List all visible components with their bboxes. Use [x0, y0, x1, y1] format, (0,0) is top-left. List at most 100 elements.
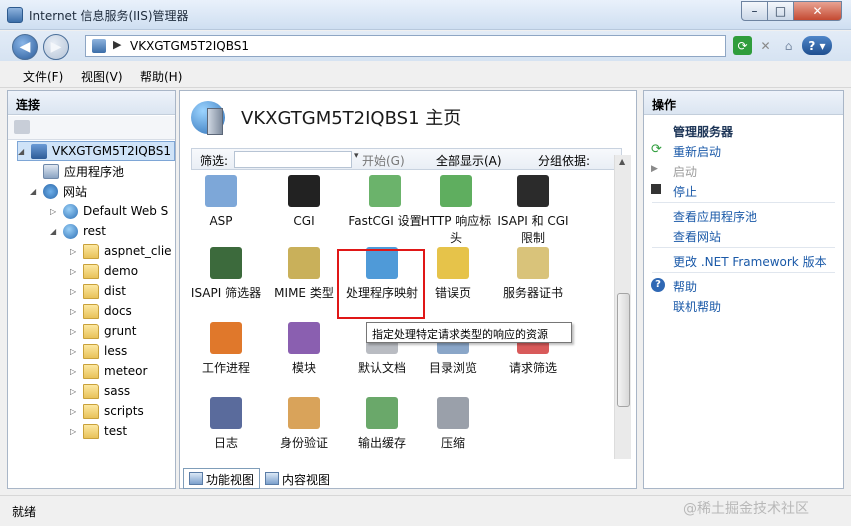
connect-icon[interactable] — [14, 120, 30, 134]
feature-http-headers[interactable]: HTTP 响应标头 — [418, 175, 494, 247]
stop-link[interactable]: 停止 — [673, 183, 697, 200]
feature-output-caching[interactable]: 输出缓存 — [344, 397, 420, 452]
expand-icon[interactable]: ▷ — [70, 387, 80, 396]
feature-logging[interactable]: 日志 — [188, 397, 264, 452]
tree-node-label: meteor — [104, 364, 148, 378]
feature-server-certificates[interactable]: 服务器证书 — [495, 247, 571, 302]
start-icon: ▶ — [651, 164, 658, 174]
feature-isapi-filters[interactable]: ISAPI 筛选器 — [188, 247, 264, 302]
tree-node-folder[interactable]: ▷ test — [70, 421, 127, 441]
tree-node-folder[interactable]: ▷ scripts — [70, 401, 144, 421]
help-link[interactable]: 帮助 — [673, 278, 697, 295]
tree-node-folder[interactable]: ▷ dist — [70, 281, 126, 301]
breadcrumb-server[interactable]: VKXGTGM5T2IQBS1 — [130, 39, 249, 53]
feature-label: 模块 — [291, 361, 316, 375]
tree-node-rest[interactable]: ◢ rest — [50, 221, 106, 241]
expand-icon[interactable]: ◢ — [30, 187, 40, 196]
start-link[interactable]: 启动 — [673, 163, 697, 180]
maximize-button[interactable]: □ — [768, 1, 794, 21]
restart-link[interactable]: 重新启动 — [673, 143, 721, 160]
feature-mime-types[interactable]: MIME 类型 — [266, 247, 342, 302]
feature-label: ISAPI 和 CGI 限制 — [497, 214, 569, 245]
expand-icon[interactable]: ▷ — [70, 247, 80, 256]
forward-button[interactable]: ▶ — [43, 34, 69, 60]
worker-processes-icon — [210, 322, 242, 354]
vertical-scrollbar[interactable]: ▲ — [614, 155, 631, 459]
tree-node-label: grunt — [104, 324, 137, 338]
expand-icon[interactable]: ▷ — [70, 307, 80, 316]
minimize-button[interactable]: – — [741, 1, 768, 21]
group-by-label[interactable]: 分组依据: — [538, 152, 590, 169]
help-dropdown-button[interactable]: ? ▾ — [802, 36, 832, 55]
feature-label: 目录浏览 — [428, 361, 477, 375]
feature-compression[interactable]: 压缩 — [415, 397, 491, 452]
expand-icon[interactable]: ▷ — [70, 327, 80, 336]
menu-view[interactable]: 视图(V) — [81, 68, 123, 85]
feature-asp[interactable]: ASP — [183, 175, 259, 230]
breadcrumb-separator-icon[interactable]: ▶ — [113, 38, 121, 51]
filter-input[interactable] — [234, 151, 352, 168]
tab-label: 功能视图 — [206, 473, 255, 487]
scroll-up-icon[interactable]: ▲ — [619, 157, 625, 166]
expand-icon[interactable]: ▷ — [70, 427, 80, 436]
tree-node-app-pools[interactable]: 应用程序池 — [30, 161, 124, 181]
feature-label: 身份验证 — [279, 436, 328, 450]
feature-label: 输出缓存 — [357, 436, 406, 450]
tree-node-folder[interactable]: ▷ demo — [70, 261, 138, 281]
actions-header: 操作 — [644, 91, 843, 115]
tab-label: 内容视图 — [282, 473, 331, 487]
stop-icon[interactable]: ✕ — [756, 36, 775, 55]
expand-icon[interactable]: ◢ — [50, 227, 60, 236]
expand-icon[interactable]: ◢ — [18, 147, 28, 156]
feature-label: 工作进程 — [201, 361, 250, 375]
expand-icon[interactable]: ▷ — [70, 267, 80, 276]
globe-icon — [63, 203, 78, 219]
menu-help[interactable]: 帮助(H) — [140, 68, 182, 85]
tab-content-view[interactable]: 内容视图 — [259, 468, 336, 489]
divider — [652, 202, 835, 203]
divider — [652, 272, 835, 273]
tree-node-folder[interactable]: ▷ less — [70, 341, 127, 361]
feature-modules[interactable]: 模块 — [266, 322, 342, 377]
address-bar[interactable]: ▶ VKXGTGM5T2IQBS1 — [85, 35, 726, 57]
authentication-icon — [288, 397, 320, 429]
change-framework-link[interactable]: 更改 .NET Framework 版本 — [673, 253, 827, 270]
tree-node-folder[interactable]: ▷ aspnet_clie — [70, 241, 172, 261]
tree-node-sites[interactable]: ◢ 网站 — [30, 181, 87, 201]
scroll-thumb[interactable] — [617, 293, 630, 407]
refresh-icon[interactable]: ⟳ — [733, 36, 752, 55]
tree-node-folder[interactable]: ▷ meteor — [70, 361, 147, 381]
tree-node-folder[interactable]: ▷ grunt — [70, 321, 136, 341]
expand-icon[interactable]: ▷ — [70, 347, 80, 356]
tree-node-folder[interactable]: ▷ sass — [70, 381, 130, 401]
close-button[interactable]: ✕ — [794, 1, 842, 21]
menu-bar: 文件(F) 视图(V) 帮助(H) — [0, 62, 851, 88]
start-filter-button[interactable]: 开始(G) — [362, 152, 405, 169]
home-icon[interactable]: ⌂ — [779, 36, 798, 55]
expand-icon[interactable]: ▷ — [70, 407, 80, 416]
feature-fastcgi[interactable]: FastCGI 设置 — [347, 175, 423, 230]
filter-dropdown-icon[interactable]: ▾ — [354, 151, 359, 161]
tab-features-view[interactable]: 功能视图 — [183, 468, 261, 489]
tree-node-server[interactable]: ◢ VKXGTGM5T2IQBS1 — [17, 141, 175, 161]
expand-icon[interactable]: ▷ — [70, 287, 80, 296]
view-app-pools-link[interactable]: 查看应用程序池 — [673, 208, 757, 225]
feature-cgi[interactable]: CGI — [266, 175, 342, 230]
menu-file[interactable]: 文件(F) — [23, 68, 63, 85]
fastcgi-icon — [369, 175, 401, 207]
feature-error-pages[interactable]: 错误页 — [415, 247, 491, 302]
expand-icon[interactable]: ▷ — [70, 367, 80, 376]
feature-worker-processes[interactable]: 工作进程 — [188, 322, 264, 377]
show-all-button[interactable]: 全部显示(A) — [436, 152, 502, 169]
feature-isapi-cgi-restrictions[interactable]: ISAPI 和 CGI 限制 — [495, 175, 571, 247]
tree-node-default-web-site[interactable]: ▷ Default Web S — [50, 201, 168, 221]
back-button[interactable]: ◀ — [12, 34, 38, 60]
tree-node-folder[interactable]: ▷ docs — [70, 301, 132, 321]
cgi-icon — [288, 175, 320, 207]
view-sites-link[interactable]: 查看网站 — [673, 228, 721, 245]
feature-label: HTTP 响应标头 — [420, 214, 492, 245]
window-controls: – □ ✕ — [741, 1, 847, 21]
expand-icon[interactable]: ▷ — [50, 207, 60, 216]
feature-authentication[interactable]: 身份验证 — [266, 397, 342, 452]
online-help-link[interactable]: 联机帮助 — [673, 298, 721, 315]
